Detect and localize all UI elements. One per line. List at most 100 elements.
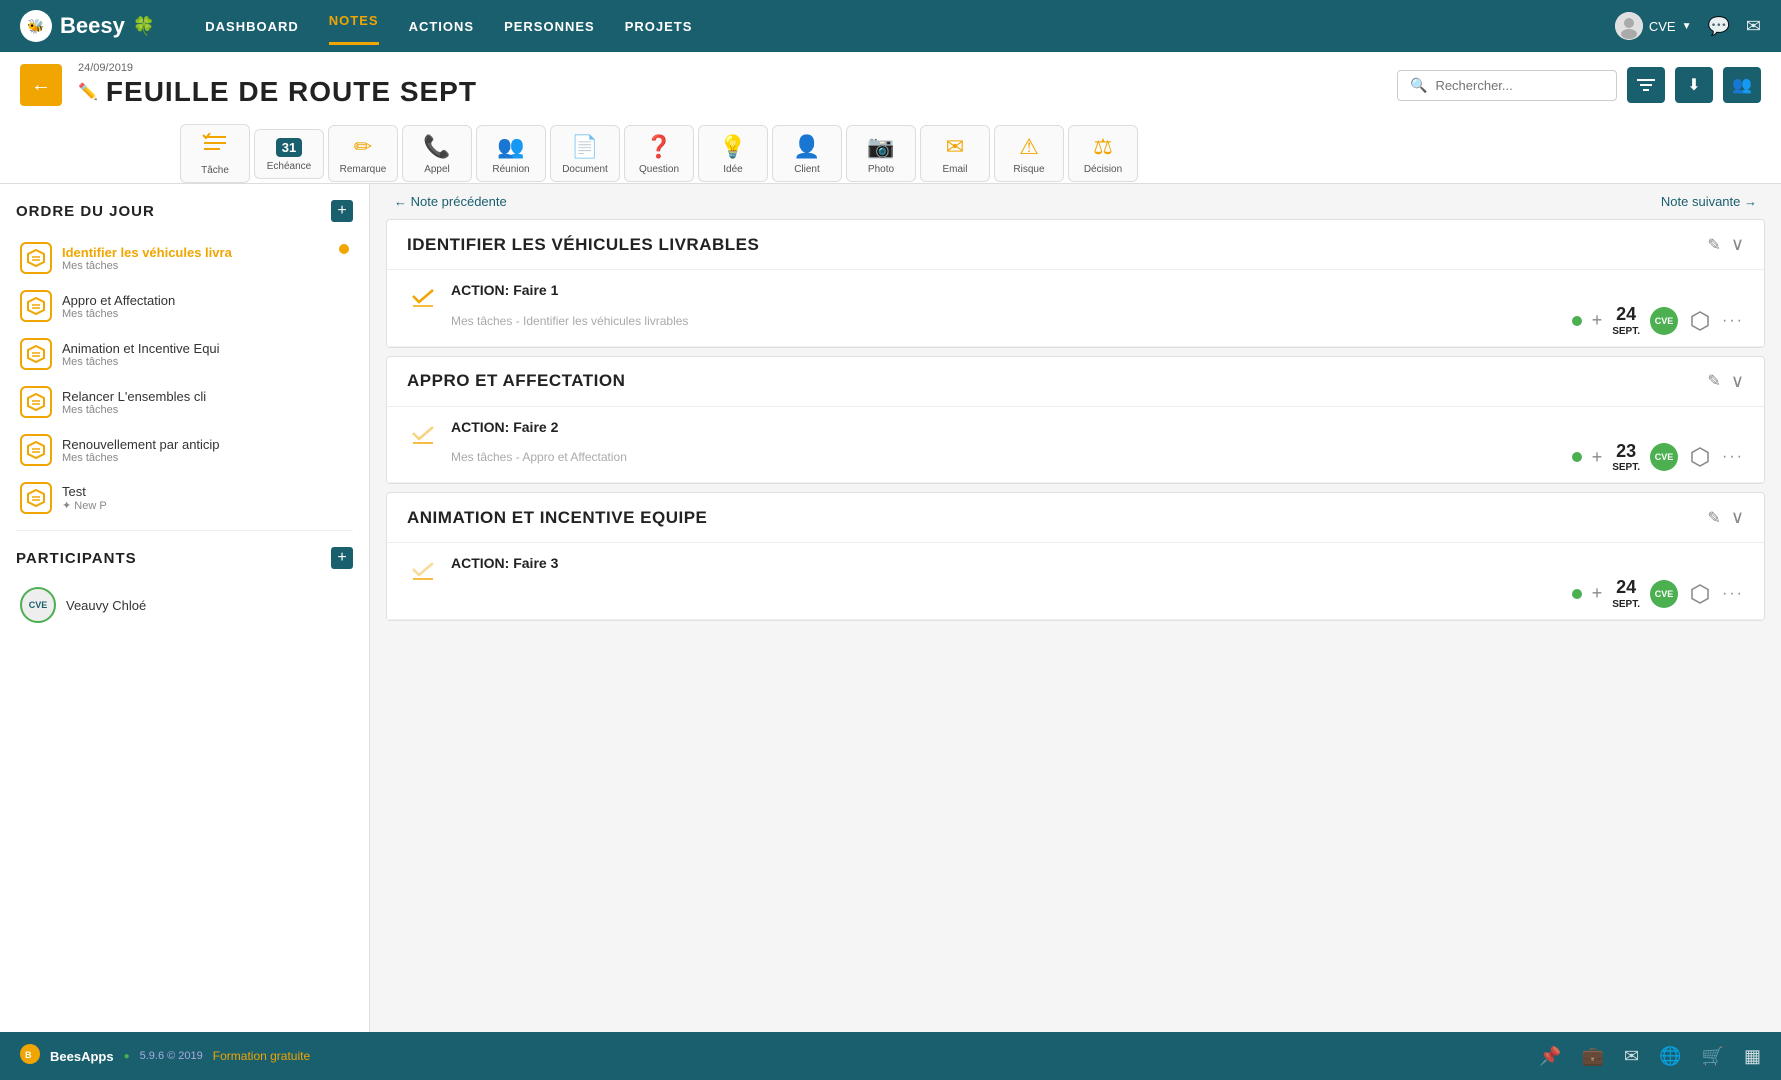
section-chevron-icon-1[interactable]: ∨ [1731,371,1744,392]
svg-text:B: B [25,1050,32,1060]
nav-projets[interactable]: PROJETS [625,14,693,39]
nav-notes[interactable]: NOTES [329,8,379,45]
user-menu[interactable]: CVE ▼ [1615,12,1692,40]
download-button[interactable]: ⬇ [1675,67,1713,103]
footer: B BeesApps ● 5.9.6 © 2019 Formation grat… [0,1032,1781,1080]
more-btn-0-0[interactable]: ··· [1722,312,1744,330]
sidebar-item-5[interactable]: Test ✦ New P [16,474,353,522]
idee-icon: 💡 [719,134,746,160]
section-chevron-icon-2[interactable]: ∨ [1731,507,1744,528]
nav-right-area: CVE ▼ 💬 ✉ [1615,12,1761,40]
tool-decision-label: Décision [1084,164,1122,175]
tool-tache[interactable]: Tâche [180,124,250,183]
add-participant-button[interactable]: + [331,547,353,569]
hex-icon-0-0[interactable] [1688,309,1712,333]
action-row-1-0: ACTION: Faire 2 Mes tâches - Appro et Af… [387,407,1764,484]
page-header: ← 24/09/2019 ✏️ FEUILLE DE ROUTE SEPT 🔍 … [0,52,1781,184]
tool-idee[interactable]: 💡 Idée [698,125,768,182]
tool-idee-label: Idée [723,164,742,175]
main-layout: ORDRE DU JOUR + Identifier les véhicules… [0,184,1781,1042]
action-checkbox-icon-1-0[interactable] [407,419,439,451]
nav-personnes[interactable]: PERSONNES [504,14,595,39]
footer-cart-icon[interactable]: 🛒 [1702,1046,1724,1067]
item-subtitle-4: Mes tâches [62,452,349,464]
users-button[interactable]: 👥 [1723,67,1761,103]
back-button[interactable]: ← [20,64,62,106]
top-navigation: 🐝 Beesy 🍀 DASHBOARD NOTES ACTIONS PERSON… [0,0,1781,52]
footer-pin-icon[interactable]: 📌 [1539,1046,1561,1067]
footer-formation-link[interactable]: Formation gratuite [213,1049,310,1063]
tool-decision[interactable]: ⚖ Décision [1068,125,1138,182]
filter-button[interactable] [1627,67,1665,103]
sidebar-item-4[interactable]: Renouvellement par anticip Mes tâches [16,426,353,474]
tool-client[interactable]: 👤 Client [772,125,842,182]
add-action-btn-1-0[interactable]: + [1592,447,1603,468]
content-navigation: ← Note précédente Note suivante → [370,184,1781,219]
footer-mail-icon[interactable]: ✉ [1624,1046,1639,1067]
client-icon: 👤 [793,134,820,160]
mail-icon[interactable]: ✉ [1746,16,1761,37]
tool-reunion[interactable]: 👥 Réunion [476,125,546,182]
cve-avatar-0-0: CVE [1650,307,1678,335]
chat-icon[interactable]: 💬 [1707,16,1729,37]
section-title-0: IDENTIFIER LES VÉHICULES LIVRABLES [407,235,759,255]
next-note-link[interactable]: Note suivante → [1661,194,1757,209]
footer-grid-icon[interactable]: ▦ [1744,1046,1761,1067]
title-edit-icon[interactable]: ✏️ [78,82,98,102]
tool-echeance-label: Echéance [267,161,311,172]
more-btn-2-0[interactable]: ··· [1722,585,1744,603]
more-btn-1-0[interactable]: ··· [1722,448,1744,466]
sidebar-item-3[interactable]: Relancer L'ensembles cli Mes tâches [16,378,353,426]
section-edit-icon-0[interactable]: ✎ [1707,235,1720,255]
tool-question[interactable]: ❓ Question [624,125,694,182]
item-dot-0 [339,244,349,254]
tool-appel[interactable]: 📞 Appel [402,125,472,182]
item-content-2: Animation et Incentive Equi Mes tâches [62,341,349,368]
section-header-0: IDENTIFIER LES VÉHICULES LIVRABLES ✎ ∨ [387,220,1764,270]
email-icon: ✉ [946,134,964,160]
logo[interactable]: 🐝 Beesy 🍀 [20,10,155,42]
participant-avatar-0: CVE [20,587,56,623]
section-title-2: ANIMATION ET INCENTIVE EQUIPE [407,508,707,528]
tool-remarque[interactable]: ✏ Remarque [328,125,398,182]
sidebar-item-2[interactable]: Animation et Incentive Equi Mes tâches [16,330,353,378]
prev-note-link[interactable]: ← Note précédente [394,194,507,209]
tool-document[interactable]: 📄 Document [550,125,620,182]
section-edit-icon-2[interactable]: ✎ [1707,508,1720,528]
tool-echeance[interactable]: 31 Echéance [254,129,324,179]
risque-icon: ⚠ [1019,134,1039,160]
add-action-btn-2-0[interactable]: + [1592,583,1603,604]
user-dropdown-icon: ▼ [1682,21,1692,32]
add-action-btn-0-0[interactable]: + [1592,310,1603,331]
tache-icon [202,133,228,161]
footer-status-dot: ● [124,1051,130,1062]
tool-email[interactable]: ✉ Email [920,125,990,182]
action-row-2-0: ACTION: Faire 3 + 24 SEPT. CVE [387,543,1764,620]
tool-risque[interactable]: ⚠ Risque [994,125,1064,182]
sidebar-item-0[interactable]: Identifier les véhicules livra Mes tâche… [16,234,353,282]
item-title-1: Appro et Affectation [62,293,349,308]
item-subtitle-5: ✦ New P [62,499,349,512]
page-date: 24/09/2019 [78,62,1381,74]
tool-photo[interactable]: 📷 Photo [846,125,916,182]
section-edit-icon-1[interactable]: ✎ [1707,371,1720,391]
hex-icon-1-0[interactable] [1688,445,1712,469]
item-subtitle-0: Mes tâches [62,260,349,272]
footer-globe-icon[interactable]: 🌐 [1659,1046,1681,1067]
search-input[interactable] [1435,78,1595,93]
sidebar-item-1[interactable]: Appro et Affectation Mes tâches [16,282,353,330]
footer-version: 5.9.6 © 2019 [140,1050,203,1062]
toolbar: Tâche 31 Echéance ✏ Remarque 📞 Appel 👥 R… [180,116,1761,183]
action-checkbox-icon-0-0[interactable] [407,282,439,314]
section-chevron-icon-0[interactable]: ∨ [1731,234,1744,255]
nav-actions[interactable]: ACTIONS [409,14,475,39]
date-badge-1-0: 23 SEPT. [1612,441,1640,475]
action-meta-0-0: Mes tâches - Identifier les véhicules li… [451,304,1744,338]
action-checkbox-icon-2-0[interactable] [407,555,439,587]
item-title-3: Relancer L'ensembles cli [62,389,349,404]
add-agenda-item-button[interactable]: + [331,200,353,222]
nav-dashboard[interactable]: DASHBOARD [205,14,299,39]
document-icon: 📄 [571,134,598,160]
hex-icon-2-0[interactable] [1688,582,1712,606]
footer-briefcase-icon[interactable]: 💼 [1582,1046,1604,1067]
